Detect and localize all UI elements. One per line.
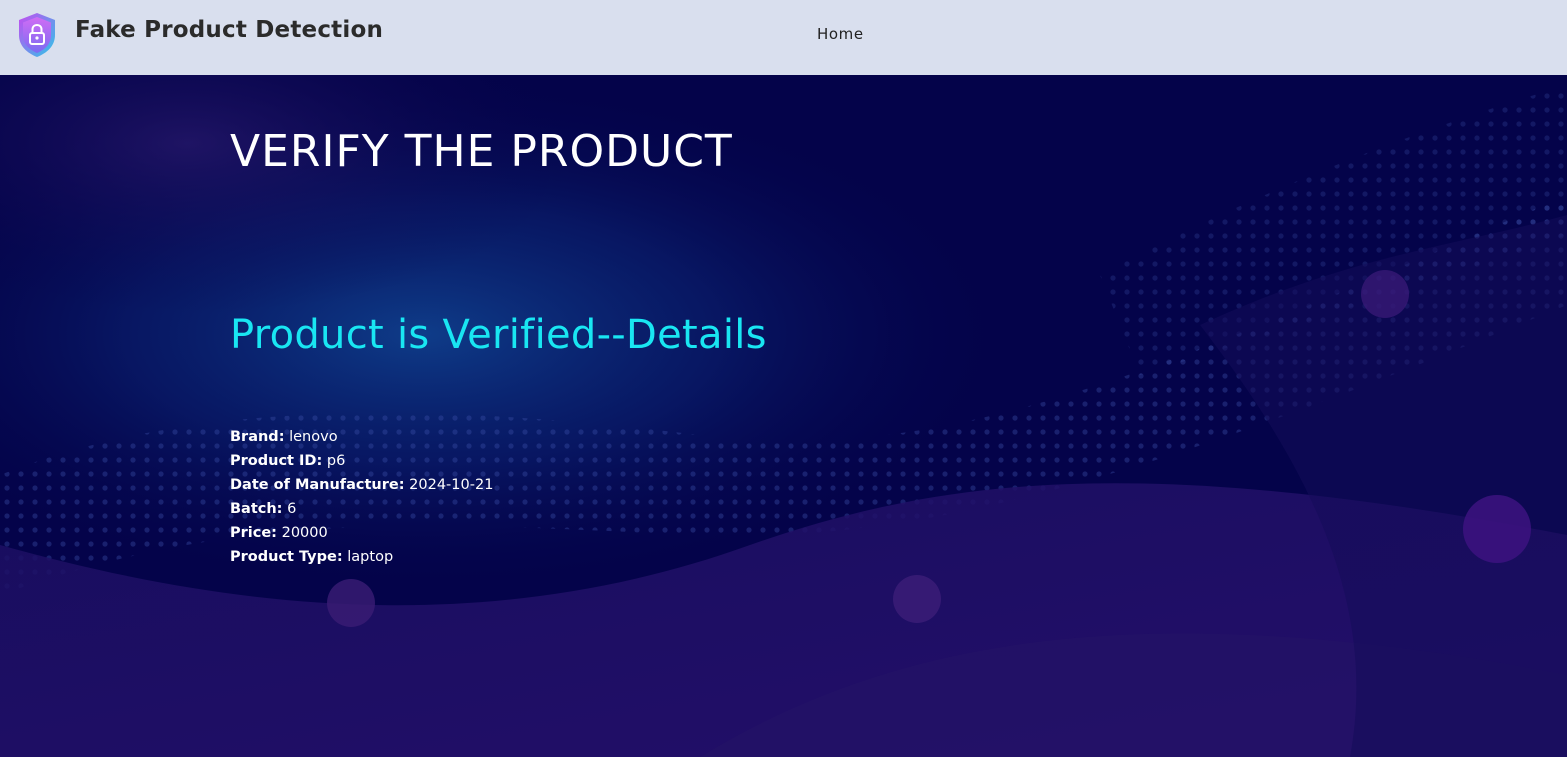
detail-date-of-manufacture: Date of Manufacture: 2024-10-21 xyxy=(230,473,493,497)
product-details: Brand: lenovo Product ID: p6 Date of Man… xyxy=(230,425,493,569)
detail-value: laptop xyxy=(347,549,394,565)
shield-lock-icon[interactable] xyxy=(15,11,59,59)
detail-product-id: Product ID: p6 xyxy=(230,449,493,473)
page-title: VERIFY THE PRODUCT xyxy=(230,126,733,177)
detail-label: Product Type: xyxy=(230,549,343,565)
detail-price: Price: 20000 xyxy=(230,521,493,545)
app-title: Fake Product Detection xyxy=(75,17,384,43)
detail-value: 2024-10-21 xyxy=(409,477,494,493)
detail-brand: Brand: lenovo xyxy=(230,425,493,449)
detail-value: lenovo xyxy=(289,429,338,445)
nav-link-home[interactable]: Home xyxy=(817,25,864,43)
detail-label: Date of Manufacture: xyxy=(230,477,405,493)
detail-product-type: Product Type: laptop xyxy=(230,545,493,569)
detail-label: Brand: xyxy=(230,429,285,445)
verification-status: Product is Verified--Details xyxy=(230,312,767,358)
detail-label: Batch: xyxy=(230,501,283,517)
detail-label: Product ID: xyxy=(230,453,323,469)
detail-value: 20000 xyxy=(281,525,328,541)
navbar: Fake Product Detection Home xyxy=(0,0,1567,75)
detail-value: p6 xyxy=(326,453,346,469)
detail-label: Price: xyxy=(230,525,277,541)
detail-batch: Batch: 6 xyxy=(230,497,493,521)
detail-value: 6 xyxy=(287,501,297,517)
